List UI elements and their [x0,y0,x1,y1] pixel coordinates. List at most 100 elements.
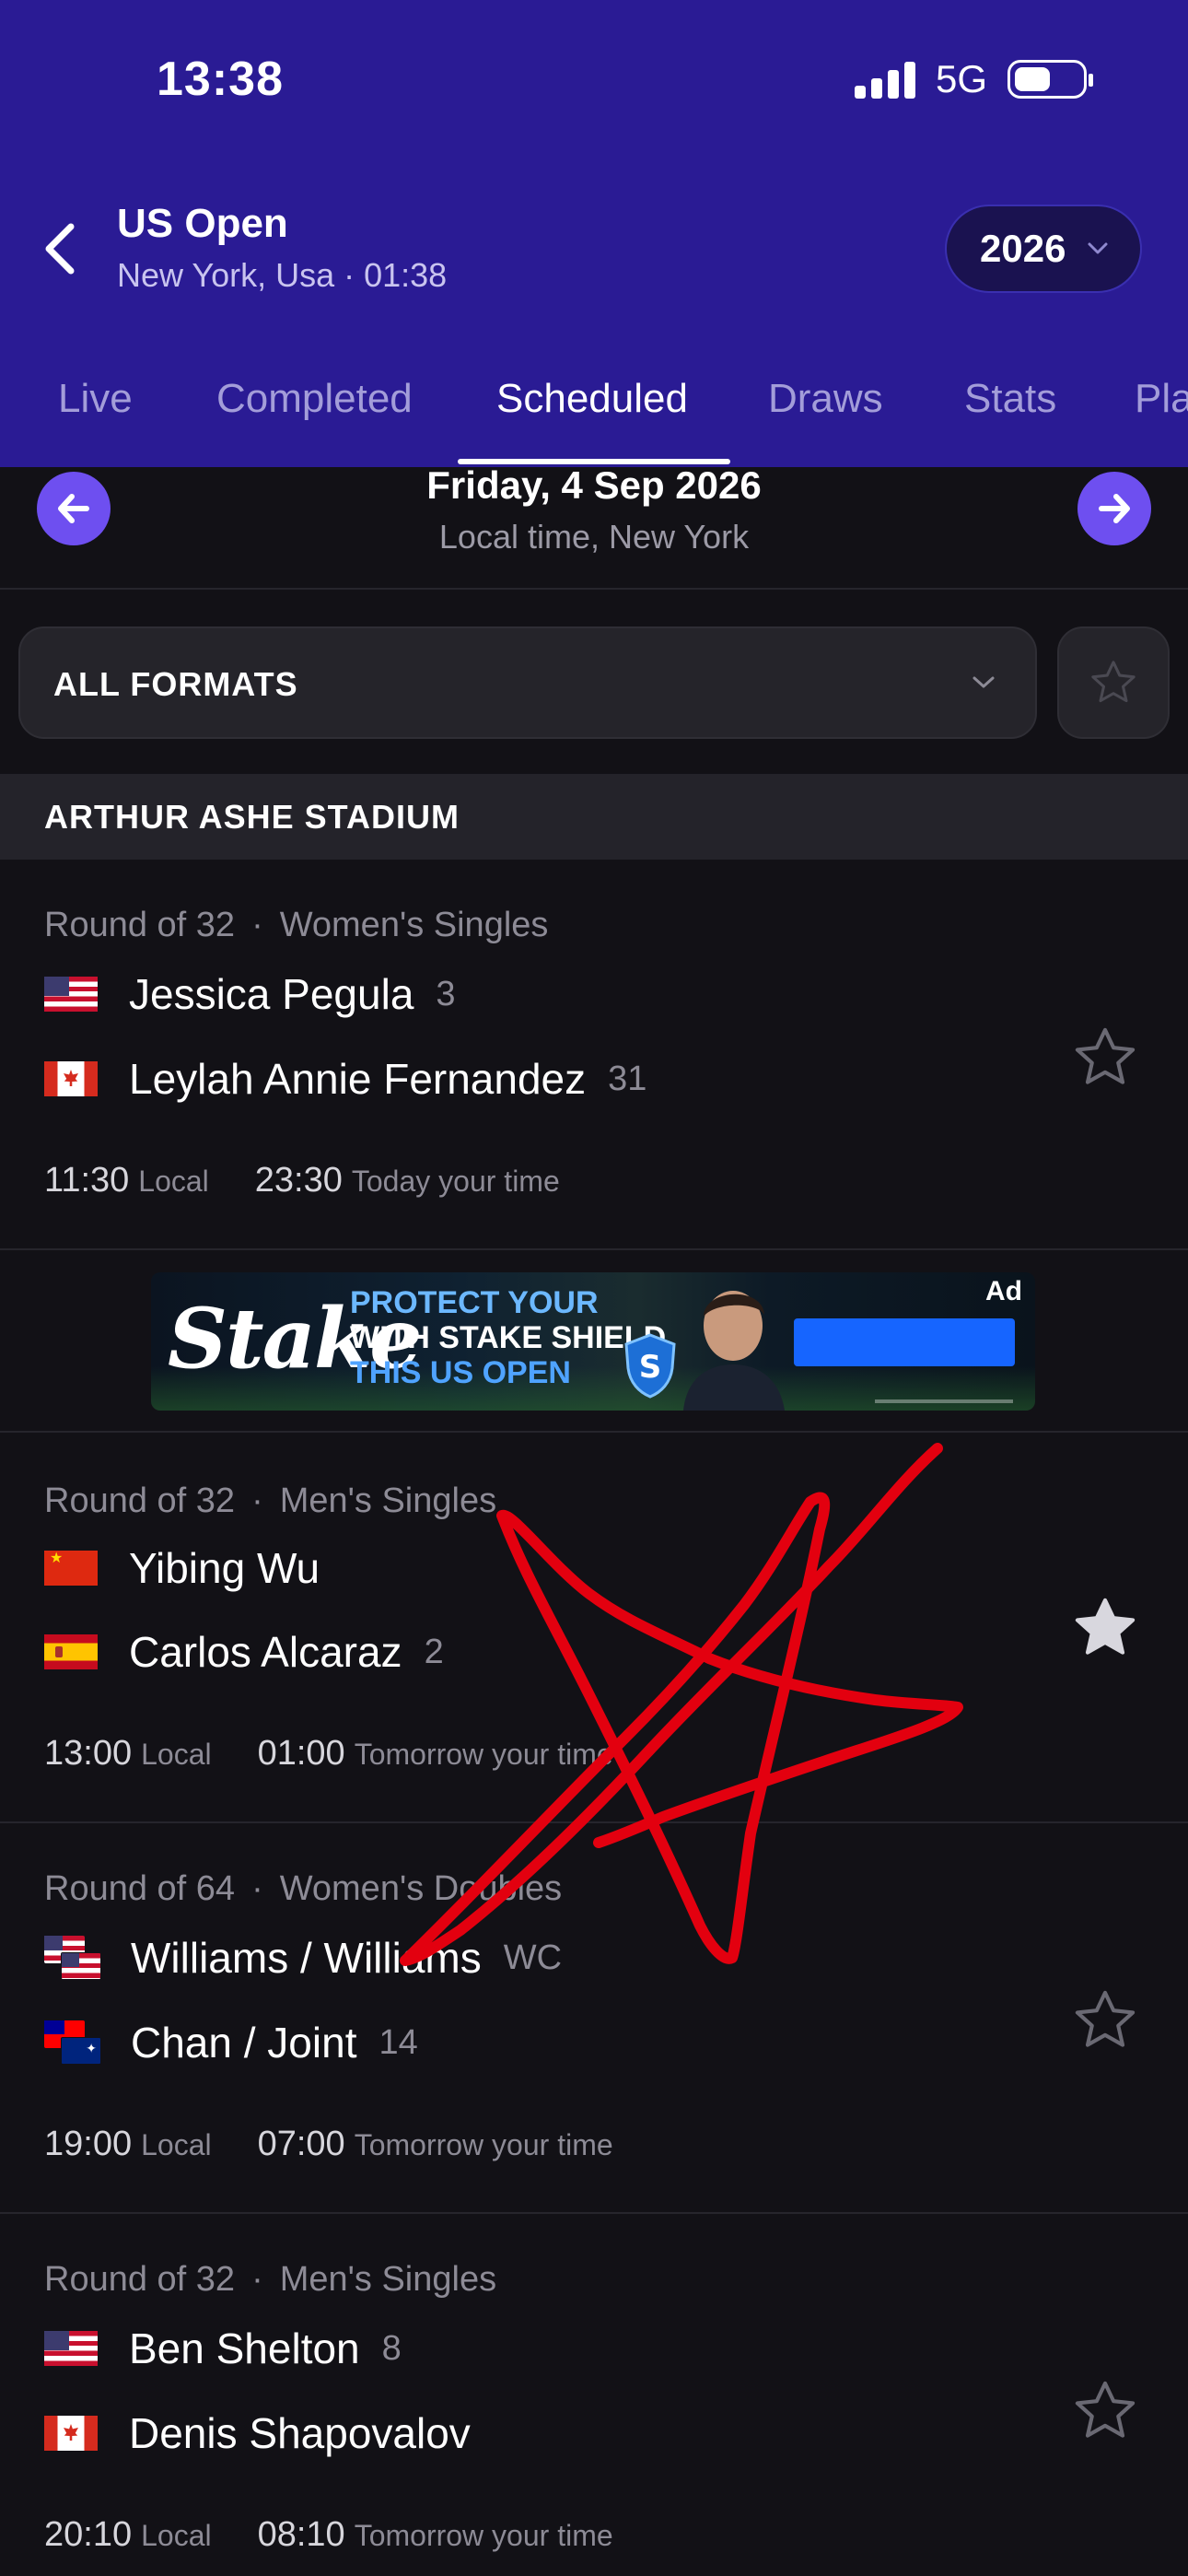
your-time-label: Tomorrow your time [354,2128,613,2161]
match-round: Round of 32 [44,2260,236,2299]
player-row: Ben Shelton 8 [44,2321,402,2376]
tab-completed[interactable]: Completed [216,376,413,422]
match-meta: Round of 32 · Women's Singles [44,906,549,944]
match-times: 20:10 Local 08:10 Tomorrow your time [44,2515,613,2555]
us-flag-icon [44,977,98,1012]
player-name: Denis Shapovalov [129,2409,471,2457]
star-outline-icon [1091,661,1136,703]
match-category: Men's Singles [279,1481,497,1520]
match-card[interactable]: Round of 64 · Women's Doubles Williams / W… [0,1823,1188,2214]
shield-icon: S [624,1333,676,1399]
selected-date: Friday, 4 Sep 2026 [426,463,762,507]
local-time: 19:00 [44,2125,133,2163]
local-time: 13:00 [44,1734,133,1773]
match-round: Round of 32 [44,906,236,944]
arrow-right-icon [1099,494,1130,523]
local-label: Local [141,1738,212,1771]
header-bar: 13:38 5G US Open New York, Usa · 01:38 2… [0,0,1188,467]
player-seed: 2 [424,1632,444,1671]
match-round: Round of 64 [44,1869,236,1908]
tab-draws[interactable]: Draws [768,376,883,422]
match-card[interactable]: Round of 32 · Men's Singles Ben Shelton 8 … [0,2214,1188,2576]
player-row: Jessica Pegula 3 [44,966,456,1022]
status-time: 13:38 [157,53,284,106]
tw-au-flag-icon [44,2020,101,2065]
player-row: Leylah Annie Fernandez 31 [44,1051,646,1107]
tournament-location: New York, Usa · 01:38 [117,256,448,294]
ad-banner[interactable]: Stake PROTECT YOUR WITH STAKE SHIELD THI… [151,1272,1035,1411]
favorites-filter-button[interactable] [1057,626,1170,739]
chevron-down-icon [1088,242,1108,254]
svg-text:S: S [639,1349,662,1386]
star-outline-icon[interactable] [1070,1985,1140,2055]
your-time: 08:10 [257,2515,345,2554]
player-name: Leylah Annie Fernandez [129,1055,587,1103]
ad-container: Stake PROTECT YOUR WITH STAKE SHIELD THI… [0,1250,1188,1433]
player-row: Denis Shapovalov [44,2406,471,2461]
match-card[interactable]: Round of 32 · Women's Singles Jessica Pegu… [0,860,1188,1250]
back-button[interactable] [37,219,83,278]
year-value: 2026 [980,227,1066,270]
match-category: Men's Singles [279,2260,497,2299]
local-time: 20:10 [44,2515,133,2554]
us-flag-icon [44,2331,98,2366]
ad-cta-button[interactable] [794,1318,1015,1366]
us-us-flag-icon [44,1936,101,1980]
ad-person-image [683,1291,785,1411]
player-seed: 31 [608,1059,647,1098]
player-seed: 14 [379,2022,418,2062]
star-filled-icon[interactable] [1070,1593,1140,1663]
ad-badge: Ad [985,1276,1022,1306]
your-time: 23:30 [254,1161,343,1200]
status-indicators: 5G [854,57,1093,101]
player-row: Chan / Joint 14 [44,2015,418,2070]
match-times: 11:30 Local 23:30 Today your time [44,1161,560,1200]
player-seed: 8 [381,2328,402,2368]
match-times: 13:00 Local 01:00 Tomorrow your time [44,1734,613,1774]
match-meta: Round of 64 · Women's Doubles [44,1869,563,1908]
match-meta: Round of 32 · Men's Singles [44,1481,497,1520]
match-meta: Round of 32 · Men's Singles [44,2260,497,2299]
es-flag-icon [44,1634,98,1669]
chevron-down-icon [973,676,995,688]
match-category: Women's Singles [279,906,549,944]
ca-flag-icon [44,1061,98,1096]
tab-scheduled[interactable]: Scheduled [496,376,688,422]
court-section-header: ARTHUR ASHE STADIUM [0,774,1188,860]
player-name: Chan / Joint [131,2019,357,2067]
format-dropdown[interactable]: ALL FORMATS [18,626,1037,739]
year-dropdown[interactable]: 2026 [945,205,1142,293]
player-name: Yibing Wu [129,1544,320,1592]
match-category: Women's Doubles [279,1869,563,1908]
player-row: Carlos Alcaraz 2 [44,1624,444,1680]
player-seed: WC [503,1938,563,1977]
your-time: 01:00 [257,1734,345,1773]
player-name: Carlos Alcaraz [129,1628,402,1676]
star-outline-icon[interactable] [1070,1023,1140,1093]
ad-headline-1: PROTECT YOUR [350,1285,599,1320]
format-dropdown-label: ALL FORMATS [53,665,298,703]
ad-headline-3: THIS US OPEN [350,1355,571,1390]
player-name: Jessica Pegula [129,970,414,1018]
tournament-title: US Open [117,201,288,246]
player-name: Williams / Williams [131,1934,482,1982]
match-times: 19:00 Local 07:00 Tomorrow your time [44,2125,613,2164]
player-row: Yibing Wu [44,1540,320,1596]
match-card[interactable]: Round of 32·Men's Singles Yibing Wu Carl… [0,1433,1188,1823]
court-name: ARTHUR ASHE STADIUM [44,798,460,836]
ca-flag-icon [44,2416,98,2451]
match-round: Round of 32 [44,1481,236,1520]
local-label: Local [138,1165,209,1198]
player-row: Williams / Williams WC [44,1930,562,1985]
signal-icon [854,60,915,99]
local-label: Local [141,2128,212,2161]
tab-players[interactable]: Pla [1135,376,1188,422]
your-time-label: Tomorrow your time [354,2519,613,2552]
tab-stats[interactable]: Stats [964,376,1056,422]
date-navigator: Friday, 4 Sep 2026 Local time, New York [0,463,1188,590]
your-time-label: Tomorrow your time [354,1738,613,1771]
tab-live[interactable]: Live [58,376,133,422]
star-outline-icon[interactable] [1070,2376,1140,2446]
local-time: 11:30 [44,1161,130,1200]
next-day-button[interactable] [1077,472,1151,545]
